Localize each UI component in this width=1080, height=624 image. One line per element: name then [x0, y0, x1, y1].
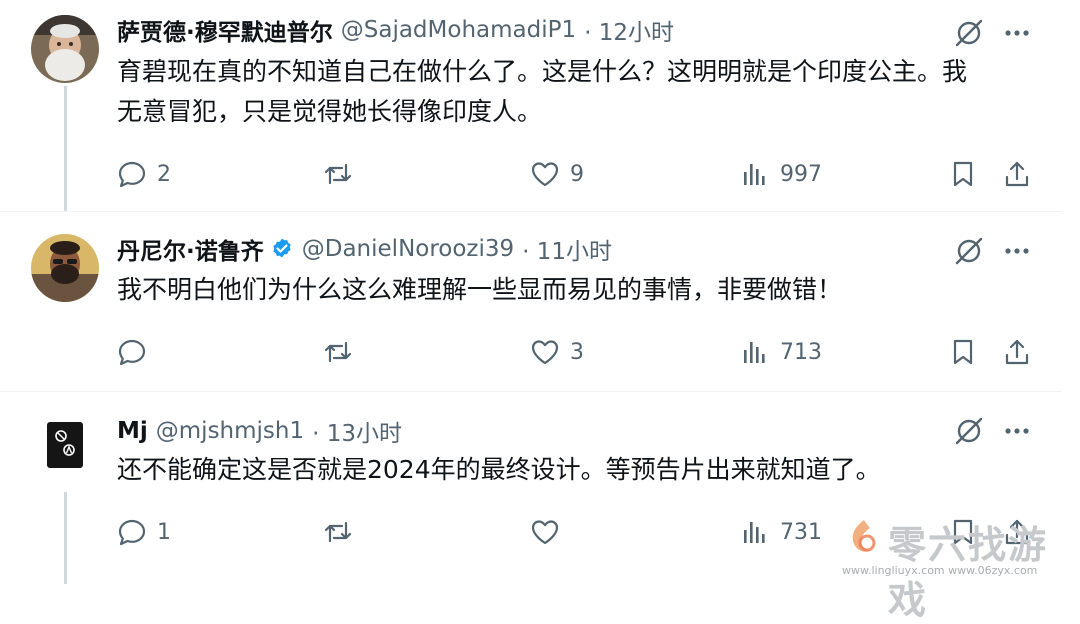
bookmark-button[interactable] — [948, 332, 978, 372]
tweet-2[interactable]: 丹尼尔·诺鲁齐 @DanielNoroozi39 · 11小时 我不明白他们为什… — [0, 212, 1062, 390]
tweet-header: 萨贾德·穆罕默迪普尔 @SajadMohamadiP1 · 12小时 — [117, 13, 674, 47]
more-icon[interactable] — [1000, 234, 1034, 268]
share-icon — [1005, 161, 1029, 187]
bookmark-icon — [953, 339, 973, 365]
views-button[interactable]: 713 — [740, 332, 822, 372]
display-name[interactable]: 萨贾德·穆罕默迪普尔 — [117, 13, 333, 47]
user-handle[interactable]: @DanielNoroozi39 — [302, 236, 514, 262]
share-button[interactable] — [1002, 332, 1032, 372]
tweet-text-line: 无意冒犯，只是觉得她长得像印度人。 — [117, 97, 543, 126]
like-count: 3 — [570, 339, 584, 365]
more-icon[interactable] — [1000, 16, 1034, 50]
share-button[interactable] — [1002, 154, 1032, 194]
retweet-button[interactable] — [323, 154, 363, 194]
verified-badge-icon — [270, 237, 294, 261]
retweet-button[interactable] — [323, 332, 363, 372]
tweet-text-line: 还不能确定这是否就是2024年的最终设计。等预告片出来就知道了。 — [117, 455, 881, 484]
views-icon — [744, 164, 765, 185]
avatar[interactable] — [31, 234, 99, 302]
reply-icon — [118, 161, 146, 188]
avatar[interactable] — [31, 410, 99, 478]
retweet-button[interactable] — [323, 512, 363, 552]
bookmark-button[interactable] — [948, 154, 978, 194]
watermark: 零六找游戏 www.lingliuyx.com www.06zyx.com — [840, 510, 1070, 622]
grok-icon[interactable] — [952, 234, 986, 268]
tweet-text-line: 育碧现在真的不知道自己在做什么了。这是什么？这明明就是个印度公主。我 — [117, 57, 968, 86]
tweet-header: Mj @mjshmjsh1 · 13小时 — [117, 414, 402, 448]
views-count: 731 — [780, 519, 822, 545]
tweet-header: 丹尼尔·诺鲁齐 @DanielNoroozi39 · 11小时 — [117, 232, 612, 266]
views-count: 713 — [780, 339, 822, 365]
like-button[interactable] — [530, 512, 570, 552]
watermark-urls: www.lingliuyx.com www.06zyx.com — [842, 564, 1038, 577]
tweet-text: 还不能确定这是否就是2024年的最终设计。等预告片出来就知道了。 — [117, 450, 1037, 490]
user-handle[interactable]: @mjshmjsh1 — [156, 418, 304, 444]
views-icon — [744, 342, 765, 363]
watermark-logo-icon — [852, 520, 876, 552]
avatar[interactable] — [31, 15, 99, 83]
like-count: 9 — [570, 161, 584, 187]
timestamp[interactable]: · 12小时 — [584, 13, 674, 47]
display-name[interactable]: Mj — [117, 418, 148, 444]
grok-icon[interactable] — [952, 414, 986, 448]
like-icon — [531, 340, 559, 365]
like-icon — [531, 520, 559, 545]
retweet-icon — [324, 521, 352, 543]
timestamp[interactable]: · 13小时 — [312, 414, 402, 448]
display-name[interactable]: 丹尼尔·诺鲁齐 — [117, 232, 264, 266]
grok-icon[interactable] — [952, 16, 986, 50]
tweet-text-line: 我不明白他们为什么这么难理解一些显而易见的事情，非要做错！ — [117, 275, 843, 304]
share-icon — [1005, 339, 1029, 365]
more-icon[interactable] — [1000, 414, 1034, 448]
like-button[interactable]: 9 — [530, 154, 584, 194]
views-button[interactable]: 731 — [740, 512, 822, 552]
views-button[interactable]: 997 — [740, 154, 822, 194]
bookmark-icon — [953, 161, 973, 187]
action-bar: 3 713 — [0, 332, 1062, 372]
reply-count: 2 — [157, 161, 171, 187]
reply-button[interactable]: 2 — [117, 154, 171, 194]
like-icon — [531, 162, 559, 187]
user-handle[interactable]: @SajadMohamadiP1 — [341, 17, 576, 43]
reply-icon — [118, 339, 146, 366]
tweet-text: 育碧现在真的不知道自己在做什么了。这是什么？这明明就是个印度公主。我 无意冒犯，… — [117, 52, 1037, 132]
retweet-icon — [324, 341, 352, 363]
reply-icon — [118, 519, 146, 546]
action-bar: 2 9 997 — [0, 154, 1062, 194]
like-button[interactable]: 3 — [530, 332, 584, 372]
reply-count: 1 — [157, 519, 171, 545]
views-icon — [744, 522, 765, 543]
reply-button[interactable]: 1 — [117, 512, 171, 552]
tweet-text: 我不明白他们为什么这么难理解一些显而易见的事情，非要做错！ — [117, 270, 1037, 310]
reply-button[interactable] — [117, 332, 157, 372]
views-count: 997 — [780, 161, 822, 187]
retweet-icon — [324, 163, 352, 185]
timestamp[interactable]: · 11小时 — [522, 232, 612, 266]
tweet-1[interactable]: 萨贾德·穆罕默迪普尔 @SajadMohamadiP1 · 12小时 育碧现在真… — [0, 0, 1062, 212]
